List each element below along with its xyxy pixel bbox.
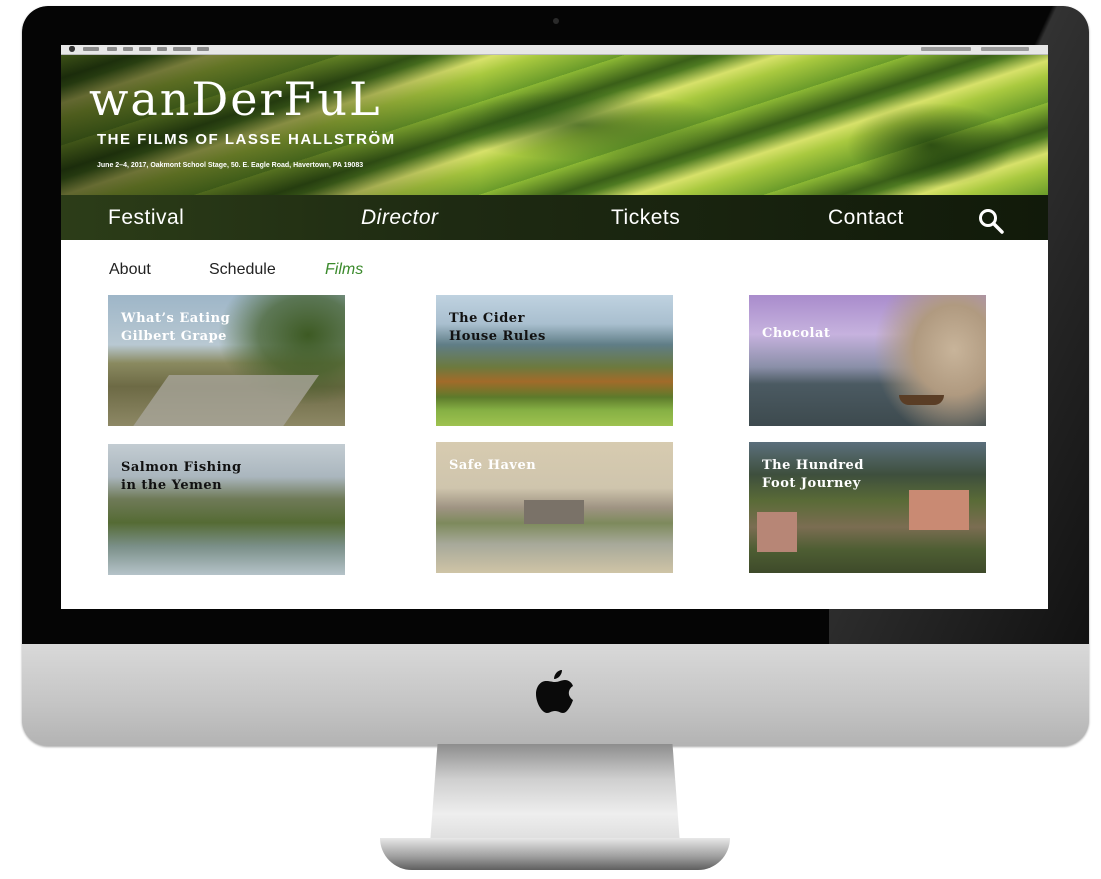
menu-item[interactable] [157,47,167,51]
os-menu-bar [61,45,1048,55]
camera [553,18,559,24]
nav-item-festival[interactable]: Festival [108,206,184,230]
film-title: Chocolat [762,326,831,341]
hero-banner: wanDerFuL THE FILMS OF LASSE HALLSTRÖM J… [61,55,1048,195]
film-tile-salmon-fishing[interactable]: Salmon Fishing in the Yemen [108,444,345,575]
film-title: The Cider House Rules [449,311,546,344]
menu-item[interactable] [173,47,191,51]
film-title: What’s Eating Gilbert Grape [121,311,231,344]
menu-item[interactable] [123,47,133,51]
menu-item[interactable] [83,47,99,51]
film-tile-chocolat[interactable]: Chocolat [749,295,986,426]
nav-item-director[interactable]: Director [361,206,439,230]
menubar-clock [981,47,1029,51]
menu-item[interactable] [107,47,117,51]
film-tile-hundred-foot-journey[interactable]: The Hundred Foot Journey [749,442,986,573]
apple-menu-icon[interactable] [69,46,75,52]
apple-logo-icon [536,670,573,713]
search-icon[interactable] [977,207,1005,235]
site-subtitle: THE FILMS OF LASSE HALLSTRÖM [97,131,396,148]
film-title: Salmon Fishing in the Yemen [121,460,242,493]
film-title: The Hundred Foot Journey [762,458,864,491]
subnav-item-films[interactable]: Films [325,261,363,279]
film-tile-cider-house-rules[interactable]: The Cider House Rules [436,295,673,426]
event-info: June 2–4, 2017, Oakmont School Stage, 50… [97,162,364,169]
film-tile-gilbert-grape[interactable]: What’s Eating Gilbert Grape [108,295,345,426]
subnav-item-schedule[interactable]: Schedule [209,261,276,279]
film-tile-safe-haven[interactable]: Safe Haven [436,442,673,573]
subnav-item-about[interactable]: About [109,261,151,279]
monitor-stand-neck [430,744,680,844]
status-icons [921,47,971,51]
menu-item[interactable] [139,47,151,51]
film-title: Safe Haven [449,458,537,473]
screen: wanDerFuL THE FILMS OF LASSE HALLSTRÖM J… [61,45,1048,609]
nav-item-tickets[interactable]: Tickets [611,206,680,230]
menu-item[interactable] [197,47,209,51]
main-nav: Festival Director Tickets Contact [61,195,1048,240]
monitor-stand-foot [380,838,730,870]
nav-item-contact[interactable]: Contact [828,206,904,230]
site-logo[interactable]: wanDerFuL [89,75,382,123]
